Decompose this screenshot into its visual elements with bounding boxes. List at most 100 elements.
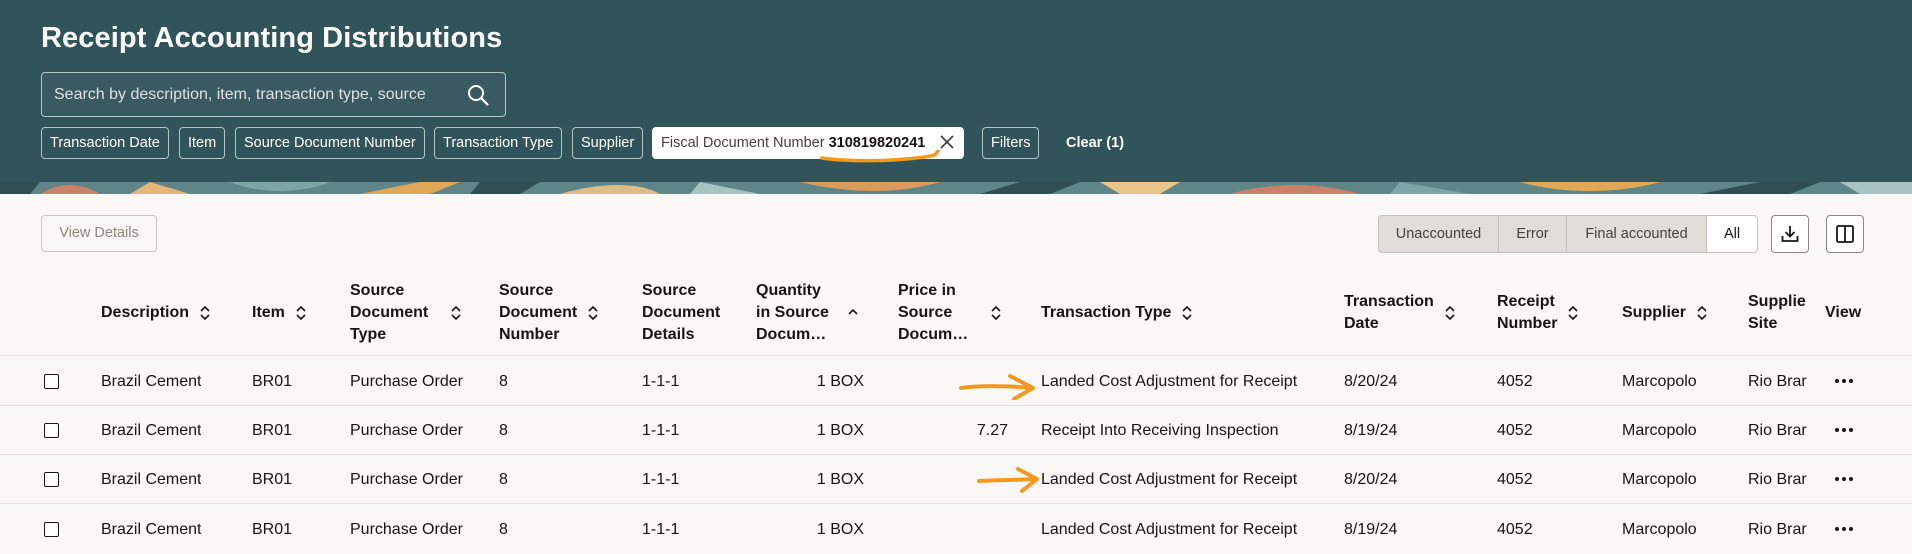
- filter-chip-transaction-date[interactable]: Transaction Date: [41, 127, 169, 159]
- cell-price: 7.27: [976, 422, 1008, 439]
- column-layout-icon: [1836, 225, 1854, 243]
- cell-quantity: 1 BOX: [816, 471, 864, 488]
- cell-description: Brazil Cement: [101, 422, 202, 439]
- column-header-source-document-number[interactable]: Source Document Number: [499, 270, 599, 356]
- cell-receipt-number: 4052: [1497, 373, 1533, 390]
- cell-transaction-date: 8/19/24: [1344, 422, 1398, 439]
- cell-supplier-site: Rio Brar: [1748, 373, 1807, 390]
- column-header-description[interactable]: Description: [101, 270, 211, 356]
- cell-quantity: 1 BOX: [816, 373, 864, 390]
- search-box[interactable]: [41, 72, 506, 117]
- filter-chip-value: 310819820241: [828, 135, 926, 151]
- filter-chip-label: Fiscal Document Number: [661, 135, 825, 151]
- cell-quantity: 1 BOX: [816, 422, 864, 439]
- column-header-source-document-details[interactable]: Source Document Details: [642, 270, 720, 356]
- cell-source-document-number: 8: [499, 521, 508, 538]
- row-checkbox[interactable]: [44, 374, 59, 389]
- column-header-item[interactable]: Item: [252, 270, 307, 356]
- more-actions-icon[interactable]: [1834, 522, 1854, 536]
- filter-chip-supplier[interactable]: Supplier: [572, 127, 644, 159]
- column-header-transaction-type[interactable]: Transaction Type: [1041, 270, 1193, 356]
- cell-supplier: Marcopolo: [1622, 422, 1697, 439]
- cell-transaction-type: Landed Cost Adjustment for Receipt: [1041, 471, 1298, 488]
- filter-chip-item[interactable]: Item: [179, 127, 226, 159]
- cell-supplier-site: Rio Brar: [1748, 521, 1807, 538]
- row-checkbox[interactable]: [44, 423, 59, 438]
- sort-icon[interactable]: [1444, 305, 1456, 321]
- sort-icon[interactable]: [587, 305, 599, 321]
- sort-icon[interactable]: [450, 305, 462, 321]
- cell-source-document-type: Purchase Order: [350, 471, 463, 488]
- table-header: Description Item Source Document Type So…: [0, 270, 1912, 356]
- cell-source-document-number: 8: [499, 471, 508, 488]
- download-icon: [1781, 226, 1799, 242]
- sort-icon[interactable]: [1696, 305, 1708, 321]
- sort-icon[interactable]: [990, 305, 1002, 321]
- table-row[interactable]: Brazil Cement BR01 Purchase Order 8 1-1-…: [0, 406, 1912, 455]
- row-checkbox[interactable]: [44, 472, 59, 487]
- cell-source-document-details: 1-1-1: [642, 373, 680, 390]
- column-header-receipt-number[interactable]: Receipt Number: [1497, 270, 1579, 356]
- cell-item: BR01: [252, 422, 293, 439]
- cell-transaction-type: Receipt Into Receiving Inspection: [1041, 422, 1279, 439]
- sort-icon[interactable]: [295, 305, 307, 321]
- more-actions-icon[interactable]: [1834, 374, 1854, 388]
- cell-description: Brazil Cement: [101, 373, 202, 390]
- filter-chip-source-document-number[interactable]: Source Document Number: [235, 127, 425, 159]
- cell-description: Brazil Cement: [101, 471, 202, 488]
- cell-source-document-type: Purchase Order: [350, 373, 463, 390]
- cell-transaction-type: Landed Cost Adjustment for Receipt: [1041, 373, 1298, 390]
- table-row[interactable]: Brazil Cement BR01 Purchase Order 8 1-1-…: [0, 505, 1912, 554]
- more-actions-icon[interactable]: [1834, 472, 1854, 486]
- page-header: Receipt Accounting Distributions Transac…: [0, 0, 1912, 182]
- cell-item: BR01: [252, 373, 293, 390]
- cell-price: [898, 505, 1008, 554]
- arrow-annotation: [977, 467, 1039, 493]
- cell-source-document-number: 8: [499, 373, 508, 390]
- cell-receipt-number: 4052: [1497, 521, 1533, 538]
- table-row[interactable]: Brazil Cement BR01 Purchase Order 8 1-1-…: [0, 455, 1912, 504]
- column-header-transaction-date[interactable]: Transaction Date: [1344, 270, 1456, 356]
- segment-all[interactable]: All: [1707, 216, 1757, 252]
- columns-button[interactable]: [1826, 215, 1864, 253]
- view-details-button[interactable]: View Details: [41, 215, 157, 252]
- decorative-banner: [0, 182, 1912, 194]
- sort-ascending-icon[interactable]: [847, 305, 859, 321]
- search-icon[interactable]: [467, 84, 489, 106]
- cell-receipt-number: 4052: [1497, 422, 1533, 439]
- cell-source-document-details: 1-1-1: [642, 521, 680, 538]
- column-header-price[interactable]: Price in Source Docum…: [898, 270, 1002, 356]
- column-header-supplier-site[interactable]: Supplie Site: [1748, 270, 1806, 356]
- cell-supplier: Marcopolo: [1622, 521, 1697, 538]
- segment-final-accounted[interactable]: Final accounted: [1567, 216, 1707, 252]
- page-title: Receipt Accounting Distributions: [41, 22, 503, 54]
- cell-source-document-type: Purchase Order: [350, 422, 463, 439]
- arrow-annotation: [959, 374, 1035, 400]
- more-actions-icon[interactable]: [1834, 423, 1854, 437]
- cell-receipt-number: 4052: [1497, 471, 1533, 488]
- download-button[interactable]: [1771, 215, 1809, 253]
- cell-source-document-number: 8: [499, 422, 508, 439]
- cell-supplier: Marcopolo: [1622, 373, 1697, 390]
- search-input[interactable]: [54, 73, 454, 116]
- segment-unaccounted[interactable]: Unaccounted: [1379, 216, 1499, 252]
- cell-supplier: Marcopolo: [1622, 471, 1697, 488]
- sort-icon[interactable]: [199, 305, 211, 321]
- filters-button[interactable]: Filters: [982, 127, 1040, 159]
- column-header-view: View: [1825, 304, 1862, 321]
- column-header-quantity[interactable]: Quantity in Source Docum…: [756, 270, 859, 356]
- column-header-supplier[interactable]: Supplier: [1622, 270, 1708, 356]
- cell-item: BR01: [252, 521, 293, 538]
- cell-transaction-date: 8/20/24: [1344, 471, 1398, 488]
- row-checkbox[interactable]: [44, 522, 59, 537]
- segment-error[interactable]: Error: [1499, 216, 1567, 252]
- accounting-status-filter: Unaccounted Error Final accounted All: [1378, 215, 1758, 253]
- sort-icon[interactable]: [1567, 305, 1579, 321]
- filter-chip-transaction-type[interactable]: Transaction Type: [434, 127, 563, 159]
- close-icon[interactable]: [939, 134, 955, 150]
- clear-filters-link[interactable]: Clear (1): [1066, 127, 1124, 159]
- cell-item: BR01: [252, 471, 293, 488]
- table-row[interactable]: Brazil Cement BR01 Purchase Order 8 1-1-…: [0, 357, 1912, 406]
- column-header-source-document-type[interactable]: Source Document Type: [350, 270, 462, 356]
- sort-icon[interactable]: [1181, 305, 1193, 321]
